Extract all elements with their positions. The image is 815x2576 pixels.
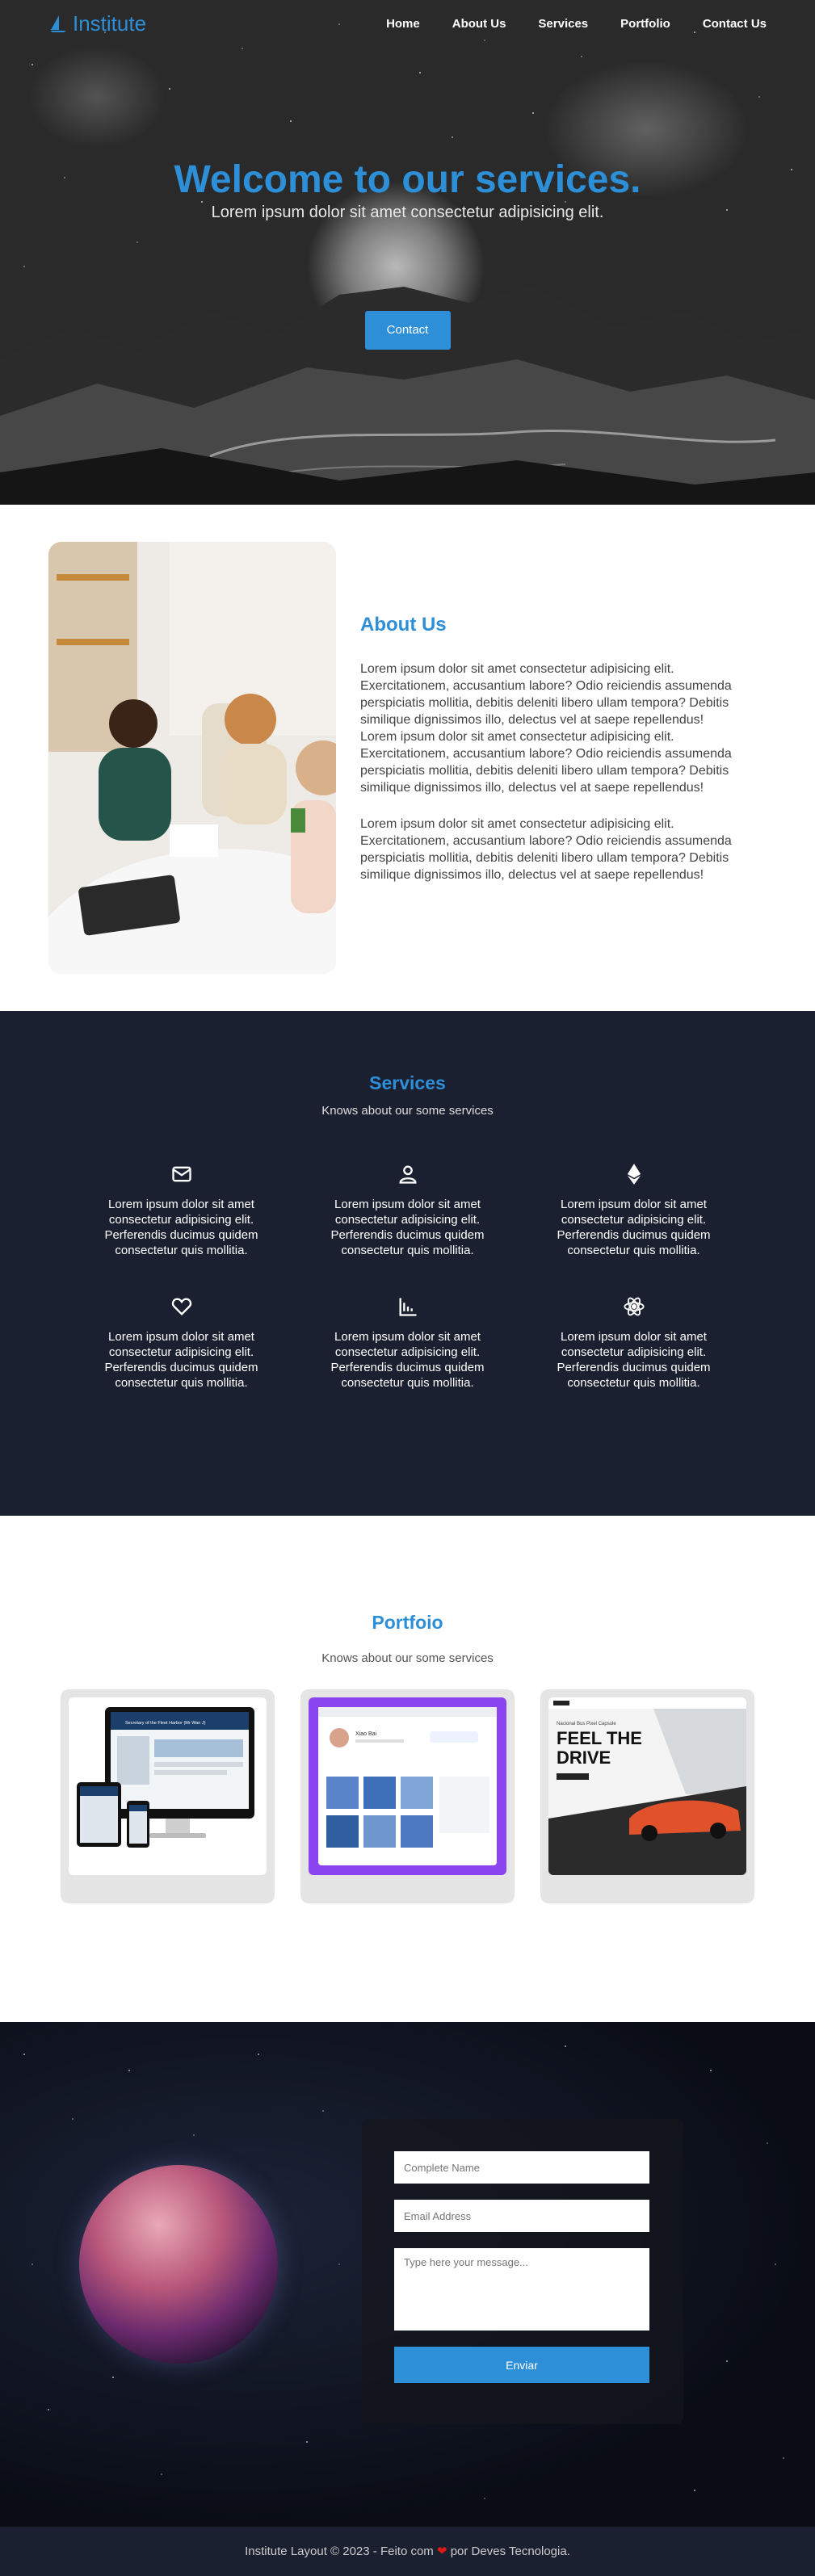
nav-home[interactable]: Home [386,17,420,31]
hero-title: Welcome to our services. [174,158,641,201]
services-grid: Lorem ipsum dolor sit amet consectetur a… [0,1163,815,1391]
message-textarea[interactable] [394,2248,649,2331]
service-card: Lorem ipsum dolor sit amet consectetur a… [295,1163,521,1258]
email-input[interactable] [394,2200,649,2232]
nav-services[interactable]: Services [538,17,588,31]
portfolio-card-3-kicker: Nacional Bus Pixel Capsule [557,1722,616,1726]
about-paragraph-2: Lorem ipsum dolor sit amet consectetur a… [360,816,732,882]
service-text: Lorem ipsum dolor sit amet consectetur a… [557,1198,711,1257]
service-text: Lorem ipsum dolor sit amet consectetur a… [330,1330,485,1390]
portfolio-grid: Secretary of the Fleet Harbor (Mr Wan J) [0,1689,815,1903]
portfolio-card-car-site[interactable]: Nacional Bus Pixel Capsule FEEL THE DRIV… [540,1689,754,1903]
portfolio-card-responsive-site[interactable]: Secretary of the Fleet Harbor (Mr Wan J) [61,1689,275,1903]
about-text: About Us Lorem ipsum dolor sit amet cons… [360,614,740,903]
contact-section: Enviar [0,2022,815,2527]
footer-text-before: Institute Layout © 2023 - Feito com [245,2545,437,2558]
services-subtitle: Knows about our some services [321,1104,494,1118]
portfolio-section: Portfoio Knows about our some services S… [0,1516,815,2022]
footer-text-after: por Deves Tecnologia. [447,2545,570,2558]
hero-section: Institute Home About Us Services Portfol… [0,0,815,505]
sail-icon [50,15,66,32]
service-card: Lorem ipsum dolor sit amet consectetur a… [69,1163,295,1258]
atom-icon [623,1297,645,1316]
services-section: Services Knows about our some services L… [0,1011,815,1516]
ethereum-icon [627,1164,641,1185]
bar-chart-icon [399,1298,416,1316]
portfolio-card-3-headline-line2: DRIVE [557,1747,611,1768]
hero-content: Welcome to our services. Lorem ipsum dol… [0,157,815,350]
planet-illustration [79,2165,278,2364]
heart-icon [171,1298,191,1315]
nav-about-us[interactable]: About Us [452,17,506,31]
footer: Institute Layout © 2023 - Feito com ❤ po… [0,2527,815,2576]
service-text: Lorem ipsum dolor sit amet consectetur a… [330,1198,485,1257]
about-section: About Us Lorem ipsum dolor sit amet cons… [0,505,815,1011]
portfolio-card-3-headline-line1: FEEL THE [557,1728,642,1748]
portfolio-subtitle: Knows about our some services [321,1651,494,1665]
about-paragraph-1: Lorem ipsum dolor sit amet consectetur a… [360,661,732,795]
heart-icon: ❤ [436,2545,447,2558]
hero-subtitle: Lorem ipsum dolor sit amet consectetur a… [211,203,604,221]
brand-name: Institute [73,10,147,36]
contact-form: Enviar [362,2119,683,2424]
contact-button[interactable]: Contact [364,311,451,350]
envelope-icon [171,1166,191,1182]
nav-links: Home About Us Services Portfolio Contact… [386,17,767,31]
submit-button[interactable]: Enviar [394,2347,649,2383]
about-title: About Us [360,613,447,636]
top-navbar: Institute Home About Us Services Portfol… [0,0,815,47]
service-card: Lorem ipsum dolor sit amet consectetur a… [521,1295,747,1391]
service-text: Lorem ipsum dolor sit amet consectetur a… [104,1330,258,1390]
service-text: Lorem ipsum dolor sit amet consectetur a… [557,1330,711,1390]
service-card: Lorem ipsum dolor sit amet consectetur a… [521,1163,747,1258]
portfolio-card-1-heading: Secretary of the Fleet Harbor (Mr Wan J) [125,1721,206,1726]
nav-portfolio[interactable]: Portfolio [620,17,670,31]
nav-contact-us[interactable]: Contact Us [703,17,767,31]
about-photo [48,542,336,974]
services-title: Services [369,1072,446,1093]
service-card: Lorem ipsum dolor sit amet consectetur a… [295,1295,521,1391]
service-card: Lorem ipsum dolor sit amet consectetur a… [69,1295,295,1391]
name-input[interactable] [394,2151,649,2184]
portfolio-card-social-profile[interactable]: Xiao Bai [300,1689,515,1903]
user-icon [398,1165,417,1184]
brand-logo[interactable]: Institute [48,11,146,36]
portfolio-card-2-heading: Xiao Bai [355,1731,377,1737]
service-text: Lorem ipsum dolor sit amet consectetur a… [104,1198,258,1257]
portfolio-title: Portfoio [372,1612,443,1633]
